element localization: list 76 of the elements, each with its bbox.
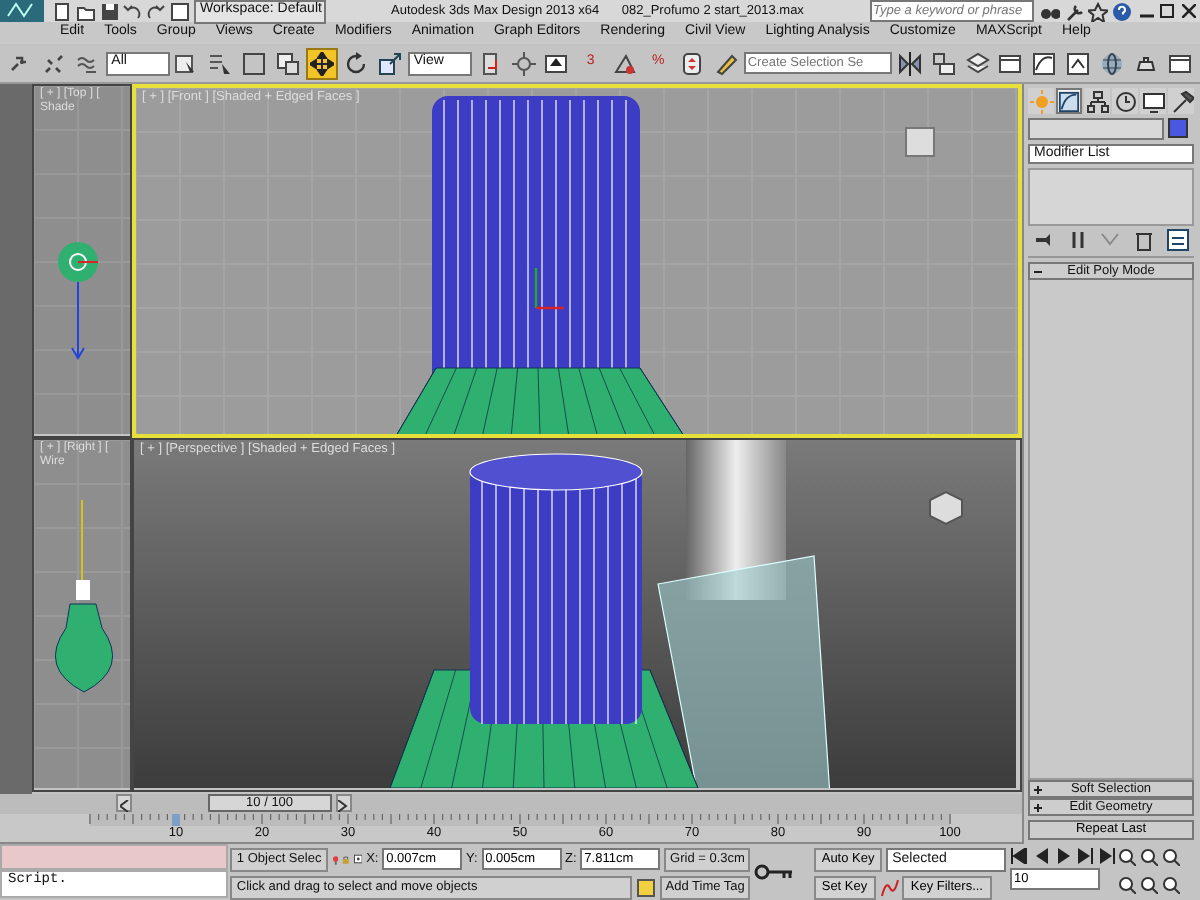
go-to-end-icon[interactable]	[1097, 847, 1115, 864]
new-file-icon[interactable]	[51, 1, 72, 21]
angle-snap-icon	[612, 51, 637, 75]
wrench-icon[interactable]	[1064, 1, 1085, 21]
plus-icon	[1034, 804, 1042, 813]
viewcube-icon	[905, 127, 935, 157]
pan-icon[interactable]	[1140, 875, 1159, 894]
field-of-view-icon[interactable]	[1118, 875, 1137, 894]
curve-editor-icon	[1032, 51, 1057, 75]
pivot-icon	[477, 51, 502, 75]
close-icon[interactable]	[1182, 4, 1197, 18]
previous-frame-arrow[interactable]	[116, 794, 132, 812]
broken-chain-icon	[41, 51, 66, 75]
configure-icon[interactable]	[1165, 228, 1190, 253]
window-icon	[1167, 51, 1192, 75]
go-to-start-icon[interactable]	[1010, 847, 1028, 864]
globe-icon	[1100, 51, 1125, 75]
object-name-field[interactable]	[1028, 117, 1164, 140]
help-icon[interactable]	[1111, 1, 1132, 21]
rotate-icon	[344, 51, 369, 75]
move-icon	[310, 51, 335, 75]
mirror-icon	[897, 51, 922, 75]
curve-editor-tool[interactable]	[1028, 47, 1061, 79]
manipulate-tool[interactable]	[507, 47, 540, 79]
manipulate-icon	[511, 51, 536, 75]
spinner-snap-icon	[680, 51, 705, 75]
save-icon[interactable]	[99, 1, 119, 21]
absolute-mode-icon[interactable]	[353, 850, 363, 869]
frame-track[interactable]	[90, 814, 950, 826]
window-icon	[998, 51, 1023, 75]
rectangle-selection-icon	[242, 51, 267, 75]
zoom-all-icon[interactable]	[1140, 847, 1159, 866]
mirror-tool[interactable]	[893, 47, 926, 79]
select-by-name-icon	[208, 51, 233, 75]
next-frame-arrow[interactable]	[335, 794, 352, 812]
move-tool[interactable]	[306, 47, 339, 79]
cursor-icon	[174, 51, 199, 75]
undo-icon[interactable]	[122, 1, 143, 21]
hammer-tab[interactable]	[1168, 88, 1194, 114]
schematic-icon	[1066, 51, 1091, 75]
keyboard-icon	[544, 51, 569, 75]
next-frame-icon[interactable]	[1075, 847, 1094, 864]
align-icon	[931, 51, 956, 75]
layers-icon	[965, 51, 990, 75]
time-tag-icon[interactable]	[635, 877, 656, 898]
curve-tab[interactable]	[1056, 88, 1082, 114]
bottle-top-view-drawing	[58, 242, 99, 360]
star-icon[interactable]	[1088, 1, 1108, 21]
app-logo-icon	[0, 0, 44, 22]
zoom-extents-icon[interactable]	[1162, 847, 1181, 866]
orbit-icon[interactable]	[1162, 875, 1181, 894]
chain-link-icon	[7, 51, 32, 75]
script-listener-field[interactable]	[0, 844, 228, 870]
move-gizmo-icon	[534, 268, 564, 310]
wave-icon	[75, 51, 100, 75]
align-tool[interactable]	[927, 47, 960, 79]
redo-icon[interactable]	[146, 1, 167, 21]
maximize-icon[interactable]	[1160, 4, 1175, 18]
window-crossing-icon	[276, 51, 301, 75]
monitor-tab[interactable]	[1140, 88, 1166, 114]
scale-tool[interactable]	[373, 47, 406, 79]
schematic-tool[interactable]	[1062, 47, 1095, 79]
plus-icon	[1034, 786, 1042, 795]
zoom-icon[interactable]	[1118, 847, 1137, 866]
previous-frame-icon[interactable]	[1031, 847, 1050, 864]
key-curve-icon[interactable]	[879, 877, 899, 898]
rectangle-selection-tool[interactable]	[238, 47, 271, 79]
scale-icon	[377, 51, 402, 75]
object-color-swatch[interactable]	[1167, 118, 1188, 139]
window-crossing-tool[interactable]	[272, 47, 305, 79]
viewcube-icon	[929, 490, 963, 526]
key-icon[interactable]	[754, 864, 795, 880]
clock-tab[interactable]	[1112, 88, 1138, 114]
pencil-icon	[713, 51, 738, 75]
layers-tool[interactable]	[961, 47, 994, 79]
hierarchy-tab[interactable]	[1084, 88, 1110, 114]
